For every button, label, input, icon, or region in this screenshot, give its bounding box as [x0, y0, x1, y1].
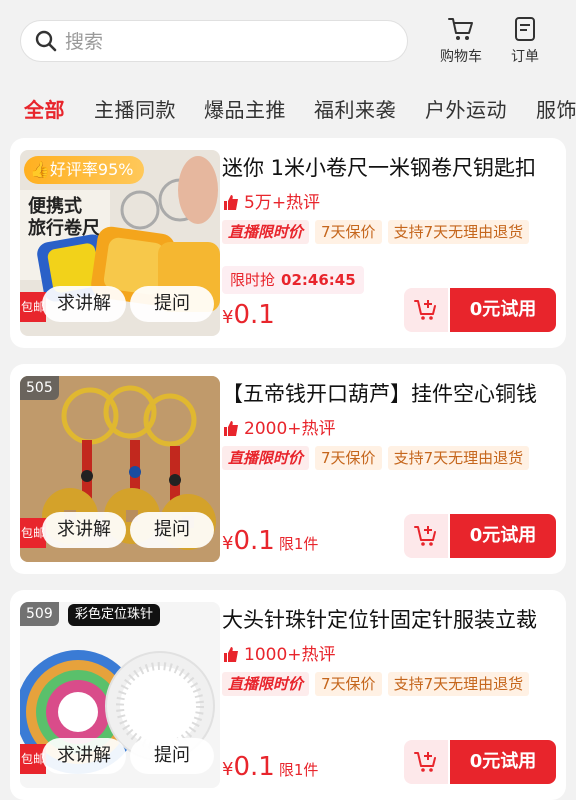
ask-question-button[interactable]: 提问	[130, 738, 214, 774]
tab-all[interactable]: 全部	[24, 94, 65, 123]
free-trial-button[interactable]: 0元试用	[450, 288, 556, 332]
free-trial-button[interactable]: 0元试用	[450, 514, 556, 558]
add-cart-icon	[414, 300, 436, 320]
hot-reviews: 5万+热评	[222, 190, 320, 216]
product-card[interactable]: 便携式 旅行卷尺 👍好评率95% 包邮 求讲解 提问 迷你 1米小卷尺一米钢卷尺…	[10, 138, 566, 348]
product-title[interactable]: 大头针珠针定位针固定针服装立裁	[222, 604, 552, 634]
category-tabs: 全部 主播同款 爆品主推 福利来袭 户外运动 服饰	[0, 88, 576, 128]
tag-row: 直播限时价 7天保价 支持7天无理由退货	[222, 220, 535, 246]
add-to-cart-button[interactable]	[404, 740, 448, 784]
tab-outdoor[interactable]: 户外运动	[425, 94, 507, 123]
product-title[interactable]: 迷你 1米小卷尺一米钢卷尺钥匙扣	[222, 152, 552, 182]
thumb-up-icon: 👍	[30, 160, 50, 179]
price: ¥0.1 限1件	[222, 526, 318, 560]
thumb-up-icon	[224, 421, 238, 436]
add-to-cart-button[interactable]	[404, 514, 448, 558]
thumb-up-icon	[224, 195, 238, 210]
add-to-cart-button[interactable]	[404, 288, 448, 332]
hot-reviews-text: 5万+热评	[244, 193, 321, 213]
hot-reviews-text: 2000+热评	[244, 419, 336, 439]
search-bar[interactable]	[20, 20, 408, 62]
tag-live-price: 直播限时价	[222, 672, 310, 696]
product-image: 509 彩色定位珠针 包邮 求讲解 提问	[20, 602, 220, 788]
tag-price-protect: 7天保价	[315, 672, 382, 696]
hot-reviews: 1000+热评	[222, 642, 336, 668]
flash-label: 限时抢	[230, 271, 276, 289]
product-image: 便携式 旅行卷尺 👍好评率95% 包邮 求讲解 提问	[20, 150, 220, 336]
cart-button[interactable]: 购物车	[431, 16, 491, 72]
product-title[interactable]: 【五帝钱开口葫芦】挂件空心铜钱	[222, 378, 552, 408]
tag-price-protect: 7天保价	[315, 446, 382, 470]
tag-live-price: 直播限时价	[222, 220, 310, 244]
thumb-up-icon	[224, 647, 238, 662]
tab-anchor-same[interactable]: 主播同款	[94, 94, 176, 123]
product-image: 505 包邮 求讲解 提问	[20, 376, 220, 562]
tag-return: 支持7天无理由退货	[387, 672, 530, 696]
ask-explain-button[interactable]: 求讲解	[42, 512, 126, 548]
rank-badge: 505	[20, 376, 59, 400]
rating-text: 好评率95%	[49, 160, 134, 179]
add-cart-icon	[414, 526, 436, 546]
cart-label: 购物车	[440, 49, 482, 65]
tag-row: 直播限时价 7天保价 支持7天无理由退货	[222, 446, 535, 472]
ask-question-button[interactable]: 提问	[130, 512, 214, 548]
product-card[interactable]: 509 彩色定位珠针 包邮 求讲解 提问 大头针珠针定位针固定针服装立裁 100…	[10, 590, 566, 800]
rank-badge: 509	[20, 602, 59, 626]
top-bar: 购物车 订单	[0, 0, 576, 80]
tag-price-protect: 7天保价	[315, 220, 382, 244]
tag-return: 支持7天无理由退货	[387, 446, 530, 470]
purchase-limit: 限1件	[278, 535, 319, 553]
tag-row: 直播限时价 7天保价 支持7天无理由退货	[222, 672, 535, 698]
rating-badge: 👍好评率95%	[24, 156, 144, 184]
tag-live-price: 直播限时价	[222, 446, 310, 470]
tag-return: 支持7天无理由退货	[387, 220, 530, 244]
ask-explain-button[interactable]: 求讲解	[42, 738, 126, 774]
free-trial-button[interactable]: 0元试用	[450, 740, 556, 784]
orders-label: 订单	[511, 49, 539, 65]
product-card[interactable]: 505 包邮 求讲解 提问 【五帝钱开口葫芦】挂件空心铜钱 2000+热评 直播…	[10, 364, 566, 574]
price: ¥0.1	[222, 300, 279, 334]
svg-text:便携式: 便携式	[28, 195, 82, 217]
hot-reviews: 2000+热评	[222, 416, 336, 442]
flash-countdown: 02:46:45	[281, 271, 356, 289]
hot-reviews-text: 1000+热评	[244, 645, 336, 665]
price-symbol: ¥	[222, 307, 234, 328]
add-cart-icon	[414, 752, 436, 772]
search-icon	[35, 30, 57, 52]
price-value: 0.1	[233, 526, 275, 556]
cart-icon	[448, 18, 473, 40]
search-input[interactable]	[63, 27, 387, 57]
orders-icon	[515, 17, 535, 41]
ask-question-button[interactable]: 提问	[130, 286, 214, 322]
price-symbol: ¥	[222, 759, 234, 780]
tab-hot-items[interactable]: 爆品主推	[204, 94, 286, 123]
ask-explain-button[interactable]: 求讲解	[42, 286, 126, 322]
flash-sale: 限时抢 02:46:45	[222, 266, 364, 294]
image-tag: 彩色定位珠针	[68, 604, 161, 626]
tab-clothing[interactable]: 服饰	[536, 94, 576, 123]
orders-button[interactable]: 订单	[495, 16, 555, 72]
purchase-limit: 限1件	[278, 761, 319, 779]
price: ¥0.1 限1件	[222, 752, 318, 786]
price-value: 0.1	[233, 752, 275, 782]
price-value: 0.1	[233, 300, 275, 330]
price-symbol: ¥	[222, 533, 234, 554]
tab-welfare[interactable]: 福利来袭	[314, 94, 396, 123]
